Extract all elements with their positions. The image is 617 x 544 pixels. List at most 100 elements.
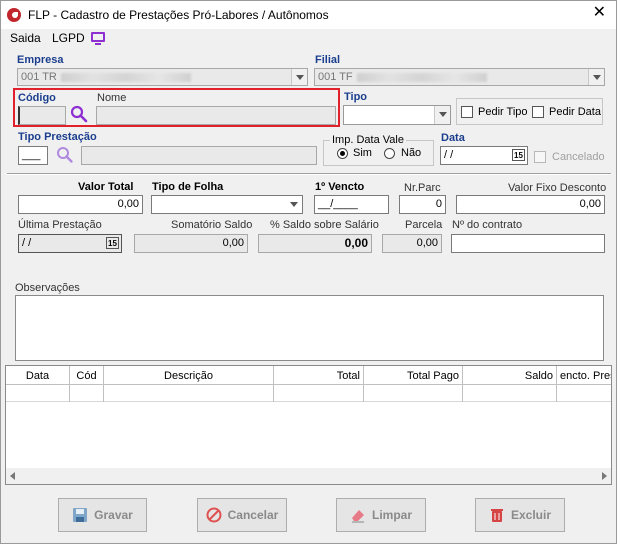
- window-title: FLP - Cadastro de Prestações Pró-Labores…: [28, 8, 329, 22]
- tipo-prestacao-input[interactable]: ___: [18, 146, 48, 165]
- cancelar-button[interactable]: Cancelar: [197, 498, 287, 532]
- gravar-button[interactable]: Gravar: [58, 498, 147, 532]
- search-icon[interactable]: [56, 146, 74, 164]
- cancel-icon: [206, 507, 222, 523]
- horizontal-scrollbar[interactable]: [6, 468, 611, 484]
- cancelado-checkbox[interactable]: [534, 151, 546, 163]
- calendar-icon[interactable]: 15: [512, 149, 525, 161]
- redacted-text: [356, 72, 487, 82]
- grid-col-total[interactable]: Total: [274, 366, 364, 385]
- chevron-down-icon: [286, 196, 302, 213]
- imp-nao-radio[interactable]: [384, 148, 395, 159]
- app-logo-icon: [7, 8, 21, 22]
- empresa-select[interactable]: 001 TR: [17, 68, 308, 86]
- tipo-prestacao-desc: [81, 146, 317, 165]
- grid-cell: [274, 385, 364, 402]
- imp-sim-radio[interactable]: [337, 148, 348, 159]
- divider: [7, 173, 611, 175]
- floppy-disk-icon: [73, 508, 88, 522]
- imp-sim-label: Sim: [353, 147, 372, 159]
- menu-bar: Saida LGPD: [1, 29, 616, 47]
- excluir-label: Excluir: [510, 508, 552, 522]
- ultima-prestacao-input: / / 15: [18, 234, 122, 253]
- grid-col-cod[interactable]: Cód: [70, 366, 104, 385]
- codigo-label: Código: [18, 92, 56, 104]
- tipo-folha-label: Tipo de Folha: [152, 181, 224, 193]
- nome-input: [96, 106, 336, 125]
- table-row[interactable]: [6, 385, 611, 402]
- prestacoes-grid[interactable]: Data Cód Descrição Total Total Pago Sald…: [5, 365, 612, 485]
- valor-fixo-desconto-input[interactable]: 0,00: [456, 195, 605, 214]
- pct-saldo-salario-label: % Saldo sobre Salário: [270, 219, 379, 231]
- data-value: / /: [444, 149, 454, 161]
- tipo-folha-select[interactable]: [151, 195, 303, 214]
- grid-cell: [463, 385, 557, 402]
- somatorio-saldo-label: Somatório Saldo: [171, 219, 253, 231]
- nr-contrato-label: Nº do contrato: [452, 219, 523, 231]
- eraser-icon: [351, 510, 364, 523]
- chevron-down-icon: [291, 69, 307, 85]
- pedir-data-label: Pedir Data: [549, 106, 601, 118]
- chevron-down-icon: [588, 69, 604, 85]
- ultima-prestacao-label: Última Prestação: [18, 219, 102, 231]
- title-bar: FLP - Cadastro de Prestações Pró-Labores…: [1, 1, 616, 29]
- cancelado-label: Cancelado: [552, 151, 605, 163]
- calendar-icon[interactable]: 15: [106, 237, 119, 249]
- grid-col-vencto-pres[interactable]: encto. Pres: [557, 366, 611, 385]
- codigo-input[interactable]: [18, 106, 66, 125]
- grid-col-descricao[interactable]: Descrição: [104, 366, 274, 385]
- nr-contrato-input[interactable]: [451, 234, 605, 253]
- parcela-label: Parcela: [405, 219, 443, 231]
- grid-col-total-pago[interactable]: Total Pago: [364, 366, 463, 385]
- somatorio-saldo-input: 0,00: [134, 234, 248, 253]
- nr-parc-input[interactable]: 0: [399, 195, 446, 214]
- pedir-tipo-checkbox[interactable]: [461, 106, 473, 118]
- nr-parc-label: Nr.Parc: [404, 182, 441, 194]
- grid-cell: [104, 385, 274, 402]
- grid-cell: [70, 385, 104, 402]
- redacted-text: [60, 72, 191, 82]
- menu-lgpd[interactable]: LGPD: [52, 31, 85, 45]
- primeiro-vencto-input[interactable]: __/____: [314, 195, 389, 214]
- imp-nao-label: Não: [401, 147, 422, 159]
- grid-col-saldo[interactable]: Saldo: [463, 366, 557, 385]
- imp-data-vale-label: Imp. Data Vale: [330, 134, 406, 146]
- tipo-select[interactable]: [343, 105, 451, 125]
- filial-value: 001 TF: [318, 71, 353, 83]
- data-label: Data: [441, 132, 465, 144]
- observacoes-label: Observações: [15, 282, 80, 294]
- parcela-input: 0,00: [382, 234, 442, 253]
- monitor-icon[interactable]: [91, 32, 105, 45]
- valor-total-input[interactable]: 0,00: [18, 195, 143, 214]
- observacoes-textarea[interactable]: [15, 295, 604, 361]
- tipo-prestacao-label: Tipo Prestação: [18, 131, 97, 143]
- close-icon[interactable]: ✕: [593, 5, 606, 21]
- dialog-window: FLP - Cadastro de Prestações Pró-Labores…: [0, 0, 617, 544]
- filial-label: Filial: [315, 54, 341, 66]
- pct-saldo-salario-input: 0,00: [258, 234, 372, 253]
- scroll-right-icon[interactable]: [602, 472, 607, 480]
- menu-saida[interactable]: Saida: [10, 31, 41, 45]
- nome-label: Nome: [97, 92, 127, 104]
- limpar-label: Limpar: [371, 508, 412, 522]
- data-input[interactable]: / / 15: [440, 146, 528, 165]
- empresa-value: 001 TR: [21, 71, 57, 83]
- grid-cell: [364, 385, 463, 402]
- trash-icon: [490, 509, 503, 522]
- pedir-data-checkbox[interactable]: [532, 106, 544, 118]
- scroll-left-icon[interactable]: [10, 472, 15, 480]
- excluir-button[interactable]: Excluir: [475, 498, 565, 532]
- empresa-label: Empresa: [17, 54, 64, 66]
- primeiro-vencto-label: 1º Vencto: [315, 181, 365, 193]
- search-icon[interactable]: [70, 105, 88, 123]
- chevron-down-icon: [434, 106, 450, 124]
- limpar-button[interactable]: Limpar: [336, 498, 426, 532]
- grid-cell: [6, 385, 70, 402]
- valor-total-label: Valor Total: [78, 181, 134, 193]
- grid-col-data[interactable]: Data: [6, 366, 70, 385]
- ultima-prestacao-value: / /: [22, 237, 32, 249]
- tipo-label: Tipo: [344, 91, 368, 103]
- filial-select[interactable]: 001 TF: [314, 68, 605, 86]
- grid-header: Data Cód Descrição Total Total Pago Sald…: [6, 366, 611, 385]
- gravar-label: Gravar: [94, 508, 133, 522]
